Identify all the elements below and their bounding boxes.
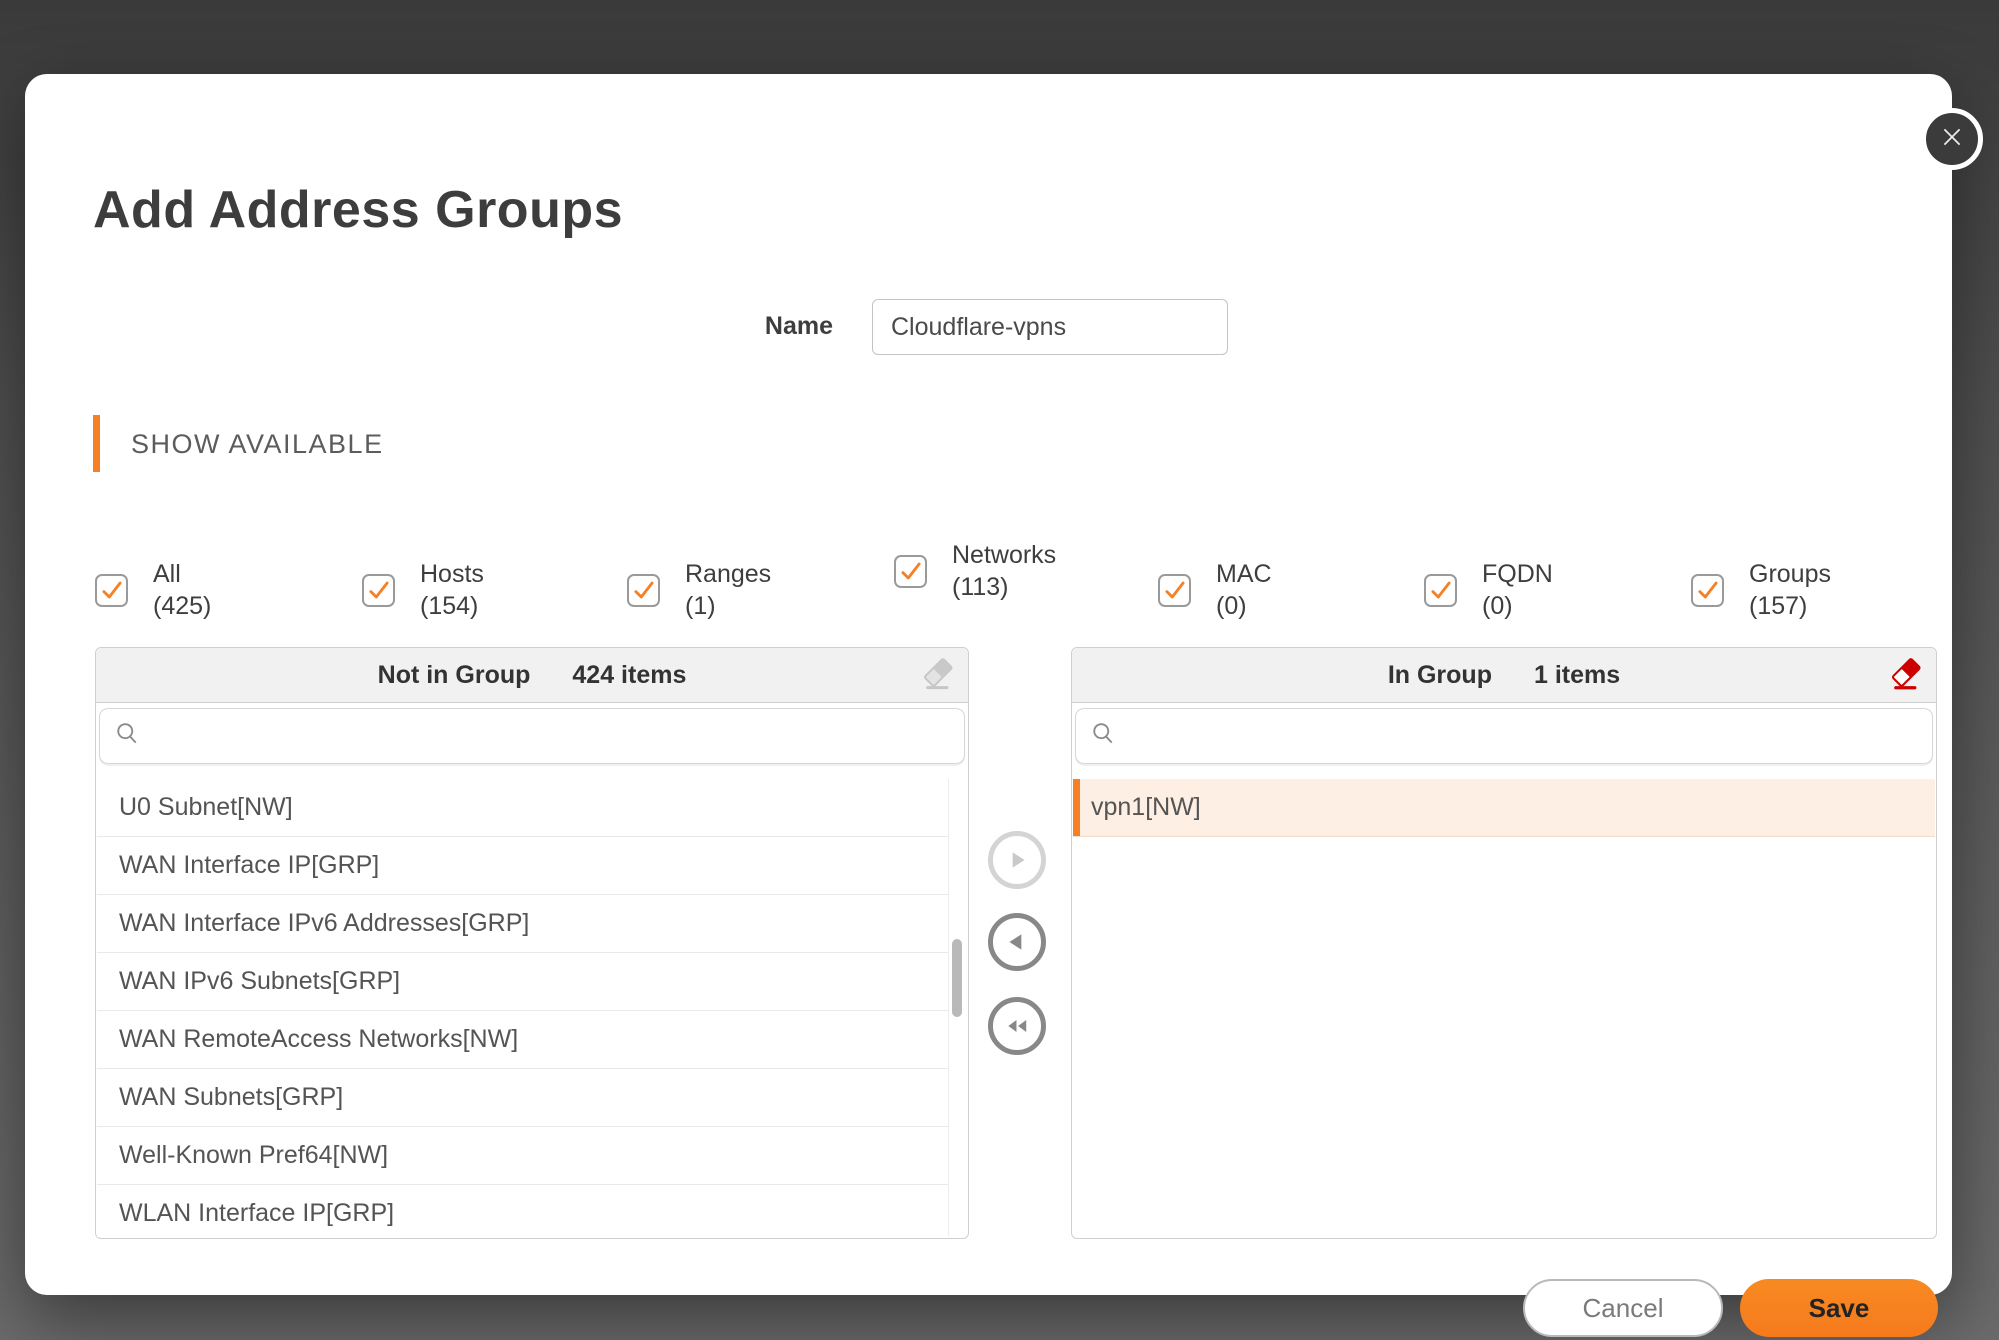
check-icon — [1162, 577, 1188, 603]
in-group-list: vpn1[NW] — [1073, 779, 1935, 1237]
list-item-label: WAN Interface IP[GRP] — [119, 851, 379, 880]
list-item-label: WAN IPv6 Subnets[GRP] — [119, 967, 400, 996]
name-input[interactable] — [872, 299, 1228, 355]
clear-list-eraser-icon-disabled — [920, 657, 956, 693]
check-icon — [898, 558, 924, 584]
filter-checkbox-item[interactable]: Ranges (1) — [627, 558, 771, 622]
list-item-label: U0 Subnet[NW] — [119, 793, 293, 822]
check-icon — [1428, 577, 1454, 603]
move-left-button[interactable] — [988, 913, 1046, 971]
not-in-group-panel: Not in Group 424 items U0 Subnet[N — [95, 647, 969, 1239]
move-right-button-disabled[interactable] — [988, 831, 1046, 889]
checkbox-checked[interactable] — [1691, 574, 1724, 607]
clear-list-eraser-icon[interactable] — [1888, 657, 1924, 693]
list-item-label: WAN RemoteAccess Networks[NW] — [119, 1025, 518, 1054]
list-item[interactable]: vpn1[NW] — [1073, 779, 1935, 837]
filter-checkbox-item[interactable]: Networks (113) — [894, 539, 1072, 603]
in-group-search-input[interactable] — [1124, 709, 1922, 765]
filter-label: All (425) — [153, 558, 211, 622]
check-icon — [1695, 577, 1721, 603]
not-in-group-search-input[interactable] — [148, 709, 954, 765]
not-in-group-header: Not in Group 424 items — [96, 648, 968, 703]
close-icon — [1939, 124, 1965, 155]
checkbox-checked[interactable] — [627, 574, 660, 607]
add-address-groups-dialog: Add Address Groups Name SHOW AVAILABLE A… — [25, 74, 1952, 1295]
page-title: Add Address Groups — [93, 180, 623, 240]
list-item[interactable]: WAN IPv6 Subnets[GRP] — [97, 953, 948, 1011]
filter-checkbox-item[interactable]: Groups (157) — [1691, 558, 1831, 622]
list-item[interactable]: WAN RemoteAccess Networks[NW] — [97, 1011, 948, 1069]
not-in-group-search — [99, 708, 965, 764]
not-in-group-list: U0 Subnet[NW] WAN Interface IP[GRP] WAN In… — [97, 779, 948, 1237]
list-item-label: WAN Interface IPv6 Addresses[GRP] — [119, 909, 529, 938]
in-group-search — [1075, 708, 1933, 764]
filter-checkbox-item[interactable]: FQDN (0) — [1424, 558, 1553, 622]
vertical-scrollbar[interactable] — [948, 779, 965, 1236]
checkbox-checked[interactable] — [1158, 574, 1191, 607]
move-all-left-button[interactable] — [988, 997, 1046, 1055]
not-in-group-title: Not in Group — [378, 661, 531, 690]
in-group-title: In Group — [1388, 661, 1492, 690]
in-group-header: In Group 1 items — [1072, 648, 1936, 703]
section-title: SHOW AVAILABLE — [131, 429, 384, 460]
check-icon — [366, 577, 392, 603]
save-button[interactable]: Save — [1740, 1279, 1938, 1337]
filter-label: Hosts (154) — [420, 558, 484, 622]
check-icon — [631, 577, 657, 603]
list-item-label: vpn1[NW] — [1091, 793, 1201, 822]
list-item-label: WLAN Interface IP[GRP] — [119, 1199, 394, 1228]
filter-label: Networks (113) — [952, 539, 1072, 603]
filter-checkbox-item[interactable]: MAC (0) — [1158, 558, 1272, 622]
name-label: Name — [715, 312, 833, 341]
not-in-group-count: 424 items — [572, 661, 686, 690]
filter-label: MAC (0) — [1216, 558, 1272, 622]
list-item[interactable]: WAN Subnets[GRP] — [97, 1069, 948, 1127]
list-item-label: Well-Known Pref64[NW] — [119, 1141, 388, 1170]
list-item[interactable]: Well-Known Pref64[NW] — [97, 1127, 948, 1185]
filter-label: FQDN (0) — [1482, 558, 1553, 622]
list-item[interactable]: WAN Interface IPv6 Addresses[GRP] — [97, 895, 948, 953]
filter-checkbox-item[interactable]: All (425) — [95, 558, 211, 622]
list-item[interactable]: WAN Interface IP[GRP] — [97, 837, 948, 895]
checkbox-checked[interactable] — [894, 555, 927, 588]
filter-label: Groups (157) — [1749, 558, 1831, 622]
in-group-count: 1 items — [1534, 661, 1620, 690]
filter-label: Ranges (1) — [685, 558, 771, 622]
search-icon — [113, 720, 141, 753]
section-accent-bar — [93, 415, 100, 472]
list-item[interactable]: U0 Subnet[NW] — [97, 779, 948, 837]
in-group-panel: In Group 1 items vpn1[NW] — [1071, 647, 1937, 1239]
dimmed-backdrop: { "dialog": { "title": "Add Address Grou… — [0, 0, 1999, 1340]
close-button[interactable] — [1921, 108, 1983, 170]
search-icon — [1089, 720, 1117, 753]
filter-checkbox-item[interactable]: Hosts (154) — [362, 558, 484, 622]
checkbox-checked[interactable] — [362, 574, 395, 607]
checkbox-checked[interactable] — [95, 574, 128, 607]
scrollbar-thumb[interactable] — [952, 939, 962, 1017]
list-item-label: WAN Subnets[GRP] — [119, 1083, 343, 1112]
list-item[interactable]: WLAN Interface IP[GRP] — [97, 1185, 948, 1237]
check-icon — [99, 577, 125, 603]
checkbox-checked[interactable] — [1424, 574, 1457, 607]
cancel-button[interactable]: Cancel — [1523, 1279, 1723, 1337]
